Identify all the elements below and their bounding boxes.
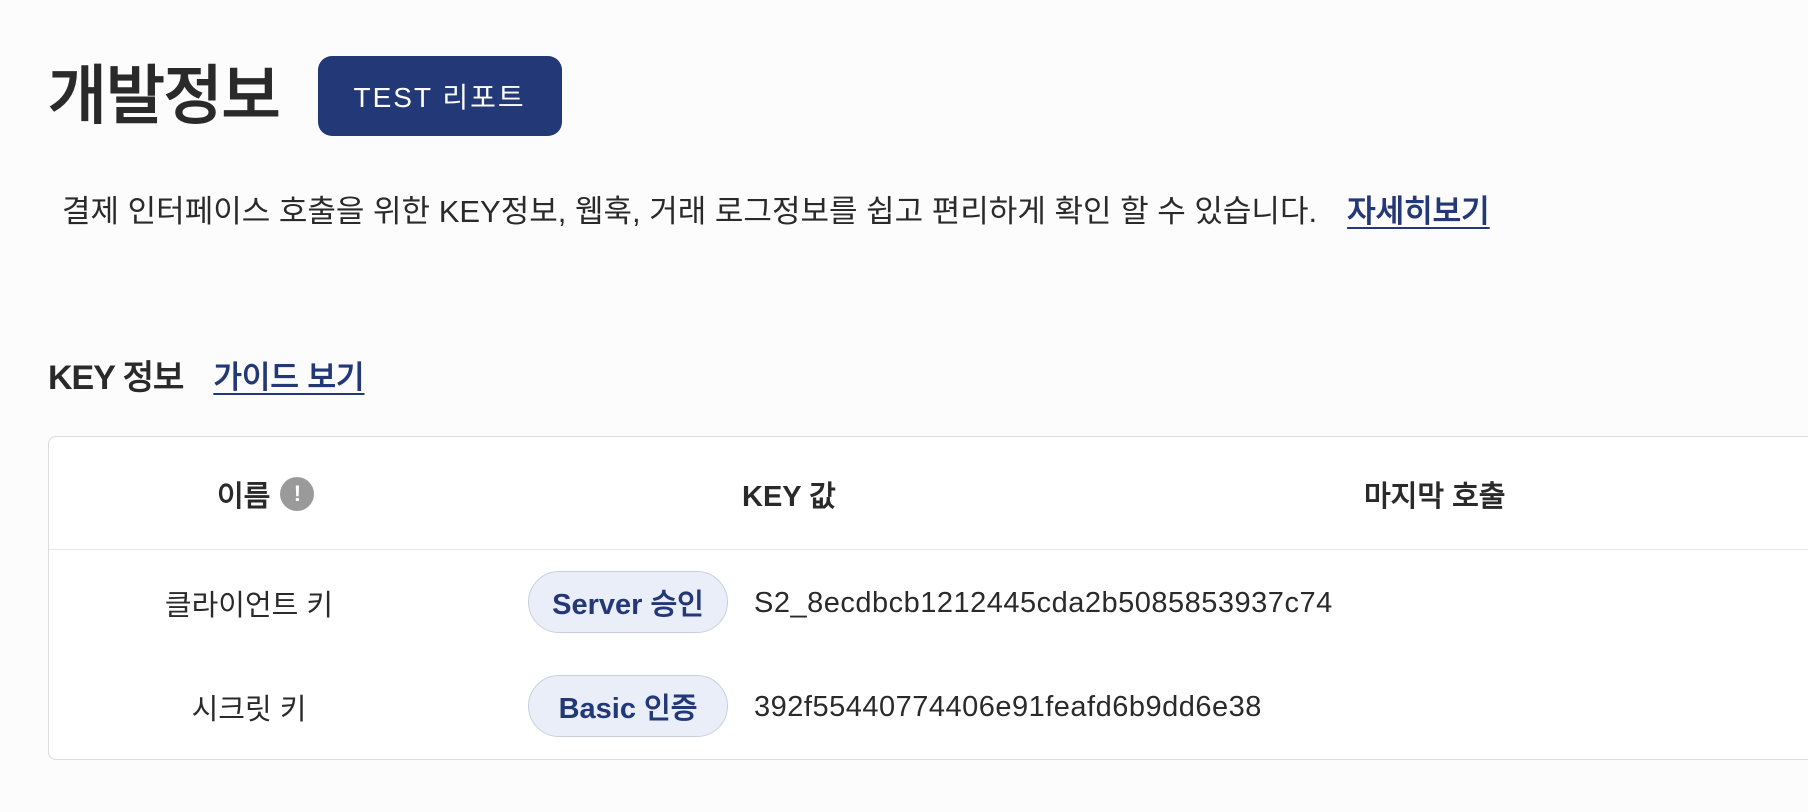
- key-section-title: KEY 정보: [48, 359, 184, 397]
- learn-more-link[interactable]: 자세히보기: [1347, 190, 1490, 234]
- info-icon[interactable]: !: [280, 476, 315, 511]
- description-text: 결제 인터페이스 호출을 위한 KEY정보, 웹훅, 거래 로그정보를 쉽고 편…: [62, 194, 1318, 229]
- auth-type-badge: Server 승인: [528, 571, 728, 633]
- key-name: 시크릿 키: [191, 694, 307, 726]
- dev-info-page: 개발정보 TEST 리포트 결제 인터페이스 호출을 위한 KEY정보, 웹훅,…: [0, 0, 1808, 812]
- page-header: 개발정보 TEST 리포트: [48, 56, 562, 136]
- table-row: 클라이언트 키 Server 승인 S2_8ecdbcb1212445cda2b…: [49, 563, 1808, 643]
- key-value[interactable]: S2_8ecdbcb1212445cda2b5085853937c74: [754, 563, 1333, 643]
- column-header-name: 이름 !: [217, 437, 315, 550]
- test-report-button[interactable]: TEST 리포트: [317, 56, 562, 136]
- auth-type-badge: Basic 인증: [528, 675, 728, 737]
- key-value[interactable]: 392f55440774406e91feafd6b9dd6e38: [754, 667, 1262, 747]
- table-header: 이름 ! KEY 값 마지막 호출: [49, 437, 1808, 550]
- column-header-name-label: 이름: [217, 480, 271, 513]
- key-section-header: KEY 정보 가이드 보기: [48, 350, 365, 399]
- column-header-last-call: 마지막 호출: [1364, 480, 1506, 513]
- page-description: 결제 인터페이스 호출을 위한 KEY정보, 웹훅, 거래 로그정보를 쉽고 편…: [62, 190, 1490, 234]
- table-row: 시크릿 키 Basic 인증 392f55440774406e91feafd6b…: [49, 667, 1808, 747]
- guide-link[interactable]: 가이드 보기: [213, 352, 364, 397]
- key-table: 이름 ! KEY 값 마지막 호출 클라이언트 키 Server 승인 S2_8…: [48, 436, 1808, 760]
- key-name: 클라이언트 키: [164, 590, 334, 622]
- page-title: 개발정보: [48, 60, 281, 132]
- column-header-key-value: KEY 값: [742, 480, 836, 513]
